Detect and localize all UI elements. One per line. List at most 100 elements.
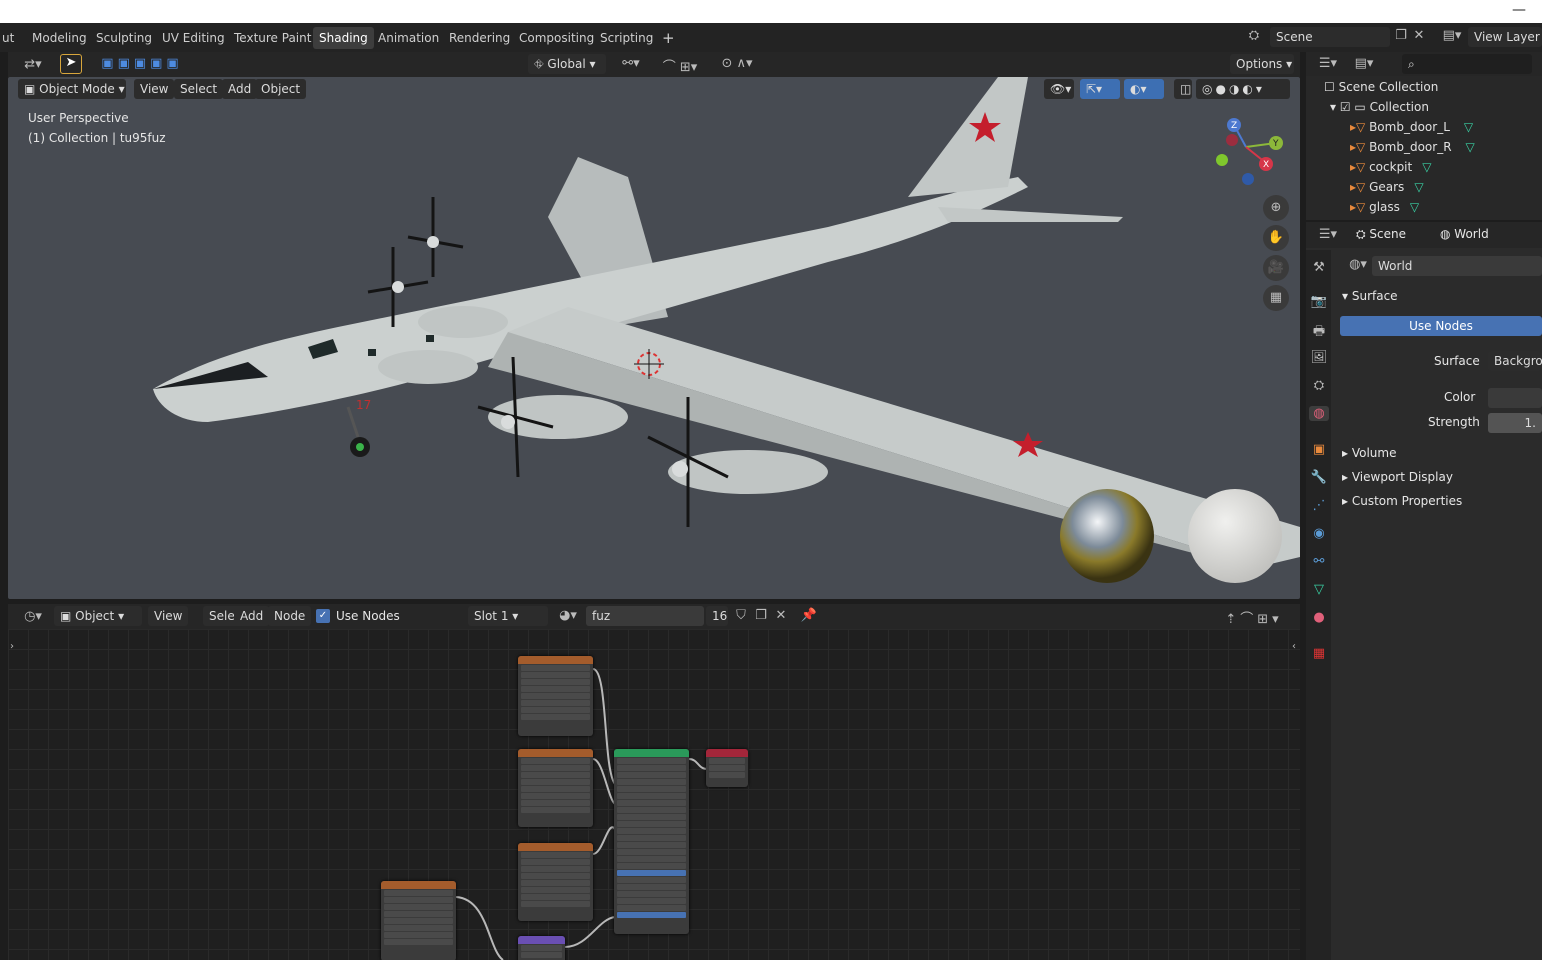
properties-editor: ☰▾ ⛭ Scene ◍ World ◍▾ World ▾ Surface Us… xyxy=(1306,222,1542,960)
render-tab-icon[interactable]: 📷 xyxy=(1309,294,1329,309)
outliner-item[interactable]: ▸▽ Gears ▽ xyxy=(1350,177,1424,197)
volume-panel-header[interactable]: ▸ Volume xyxy=(1342,446,1396,460)
3d-viewport[interactable]: ▣ Object Mode ▾ View Select Add Object U… xyxy=(8,77,1300,599)
material-output-node[interactable] xyxy=(706,749,748,787)
tab-modeling[interactable]: Modeling xyxy=(26,27,93,49)
view-layer-icon[interactable]: ▤▾ xyxy=(1438,28,1466,43)
surface-shader-select[interactable]: Backgrou xyxy=(1488,351,1542,371)
unlink-material-icon[interactable]: ✕ xyxy=(772,608,790,623)
proportional-edit-icon[interactable]: ⊙ ∧▾ xyxy=(712,56,762,71)
image-texture-node-2[interactable] xyxy=(518,749,593,827)
world-tab-icon[interactable]: ◍ xyxy=(1309,406,1329,421)
collection-row[interactable]: ▾ ☑ ▭ Collection xyxy=(1330,97,1429,117)
custom-properties-panel-header[interactable]: ▸ Custom Properties xyxy=(1342,494,1462,508)
properties-type-icon[interactable]: ☰▾ xyxy=(1314,227,1342,242)
mesh-data-icon[interactable]: ▽ xyxy=(1464,120,1473,134)
select-tool-icon[interactable]: ➤ xyxy=(60,54,82,74)
world-browse-icon[interactable]: ◍▾ xyxy=(1344,257,1372,272)
tab-rendering[interactable]: Rendering xyxy=(443,27,516,49)
use-nodes-button[interactable]: Use Nodes xyxy=(1340,316,1542,336)
image-texture-node-3[interactable] xyxy=(518,843,593,921)
tool-tab-icon[interactable]: ⚒ xyxy=(1309,260,1329,275)
scene-icon[interactable]: ⛭ xyxy=(1242,28,1266,43)
image-texture-node-1[interactable] xyxy=(518,656,593,736)
slot-select[interactable]: Slot 1 ▾ xyxy=(468,606,548,626)
expand-icon[interactable]: ▾ xyxy=(1330,100,1340,114)
node-menu-add[interactable]: Add xyxy=(234,606,270,626)
scene-tab-icon[interactable]: ⛭ xyxy=(1309,378,1329,393)
mesh-data-icon[interactable]: ▽ xyxy=(1414,180,1423,194)
tab-uv-editing[interactable]: UV Editing xyxy=(156,27,231,49)
output-tab-icon[interactable]: 🖶 xyxy=(1309,322,1329,344)
outliner-item[interactable]: ▸▽ cockpit ▽ xyxy=(1350,157,1431,177)
surface-panel-header[interactable]: ▾ Surface xyxy=(1342,289,1398,303)
node-snap-icons[interactable]: ⇡⌒⊞▾ xyxy=(1214,608,1294,627)
modifier-tab-icon[interactable]: 🔧 xyxy=(1309,470,1329,485)
selection-mode-icons[interactable]: ▣▣▣▣▣ xyxy=(96,56,188,71)
scene-collection-row[interactable]: ☐ Scene Collection xyxy=(1324,77,1438,97)
texture-tab-icon[interactable]: ▦ xyxy=(1309,646,1329,661)
hdri-diffuse-sphere xyxy=(1188,489,1282,583)
mesh-data-icon[interactable]: ▽ xyxy=(1410,200,1419,214)
outliner-type-icon[interactable]: ☰▾ xyxy=(1314,56,1342,71)
particles-tab-icon[interactable]: ⋰ xyxy=(1309,498,1329,513)
delete-scene-icon[interactable]: ✕ xyxy=(1410,28,1428,43)
mesh-data-icon[interactable]: ▽ xyxy=(1422,160,1431,174)
outliner-item[interactable]: ▸▽ glass ▽ xyxy=(1350,197,1419,217)
minimize-icon[interactable]: — xyxy=(1512,2,1526,18)
node-editor-type-icon[interactable]: ◷▾ xyxy=(18,609,48,624)
pivot-icon[interactable]: ⚯▾ xyxy=(616,56,646,71)
strength-field[interactable]: 1. xyxy=(1488,413,1542,433)
tab-scripting[interactable]: Scripting xyxy=(594,27,659,49)
tab-layout[interactable]: ut xyxy=(0,27,20,49)
transform-orientation-select[interactable]: ⛗ Global ▾ xyxy=(528,54,606,74)
pin-icon[interactable]: 📌 xyxy=(800,608,818,623)
material-browse-icon[interactable]: ◕▾ xyxy=(554,608,582,623)
tab-animation[interactable]: Animation xyxy=(372,27,445,49)
checkbox-icon[interactable]: ☑ xyxy=(1340,100,1355,114)
toolbar-expand-icon[interactable]: › xyxy=(8,641,16,652)
outliner-search-input[interactable]: ⌕ xyxy=(1402,54,1532,74)
use-nodes-checkbox[interactable]: ✓ xyxy=(316,609,330,623)
fake-user-icon[interactable]: ⛉ xyxy=(732,608,750,623)
use-nodes-button-label: Use Nodes xyxy=(1409,319,1473,333)
constraints-tab-icon[interactable]: ⚯ xyxy=(1309,554,1329,569)
mesh-data-icon[interactable]: ▽ xyxy=(1466,140,1475,154)
normal-map-node[interactable] xyxy=(518,936,565,960)
object-tab-icon[interactable]: ▣ xyxy=(1309,442,1329,457)
outliner-item[interactable]: ▸▽ Bomb_door_R ▽ xyxy=(1350,137,1475,157)
duplicate-material-icon[interactable]: ❐ xyxy=(752,608,770,623)
aircraft-model[interactable]: 17 xyxy=(8,77,1300,599)
world-name-field[interactable]: World xyxy=(1372,256,1542,276)
new-scene-icon[interactable]: ❐ xyxy=(1392,28,1410,43)
color-swatch[interactable] xyxy=(1488,388,1542,408)
snapping-icon[interactable]: ⌒ ⊞▾ xyxy=(650,56,710,75)
node-editor-canvas[interactable]: › ‹ xyxy=(8,629,1300,960)
object-icon: ▸▽ xyxy=(1350,160,1370,174)
principled-bsdf-node[interactable] xyxy=(614,749,689,934)
material-name-field[interactable]: fuz xyxy=(586,606,704,626)
material-tab-icon[interactable]: ● xyxy=(1309,610,1329,625)
image-texture-node-4[interactable] xyxy=(381,881,456,960)
outliner-item[interactable]: ▸▽ Bomb_door_L ▽ xyxy=(1350,117,1473,137)
tab-sculpting[interactable]: Sculpting xyxy=(90,27,158,49)
display-mode-icon[interactable]: ▤▾ xyxy=(1350,56,1378,71)
sidebar-expand-icon[interactable]: ‹ xyxy=(1290,641,1298,652)
tab-texture-paint[interactable]: Texture Paint xyxy=(228,27,317,49)
tab-compositing[interactable]: Compositing xyxy=(513,27,600,49)
node-object-select[interactable]: ▣ Object ▾ xyxy=(54,606,142,626)
tab-shading[interactable]: Shading xyxy=(313,27,374,49)
view-layer-selector[interactable]: View Layer xyxy=(1468,27,1542,47)
view-layer-tab-icon[interactable]: 🖼 xyxy=(1309,350,1329,365)
mesh-data-tab-icon[interactable]: ▽ xyxy=(1309,582,1329,597)
scene-selector[interactable]: Scene xyxy=(1270,27,1390,47)
viewport-display-panel-header[interactable]: ▸ Viewport Display xyxy=(1342,470,1453,484)
material-users-count[interactable]: 16 xyxy=(706,606,728,626)
options-button[interactable]: Options ▾ xyxy=(1230,54,1294,74)
physics-tab-icon[interactable]: ◉ xyxy=(1309,526,1329,541)
add-workspace-button[interactable]: + xyxy=(656,27,681,49)
editor-type-icon[interactable]: ⇄▾ xyxy=(18,57,48,72)
node-menu-view[interactable]: View xyxy=(148,606,189,626)
volume-panel-label: Volume xyxy=(1351,446,1397,460)
node-menu-node[interactable]: Node xyxy=(268,606,312,626)
